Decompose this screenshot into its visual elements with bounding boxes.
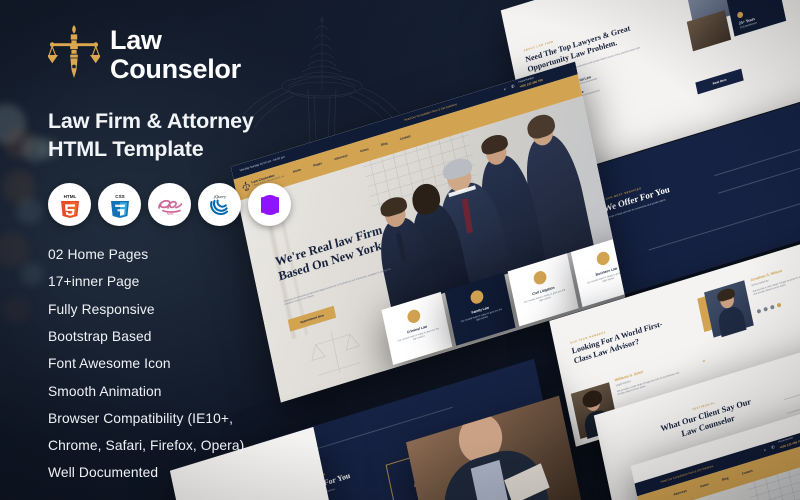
- nav-item[interactable]: Contact: [399, 134, 411, 141]
- nav-item[interactable]: Attorneys: [673, 489, 687, 497]
- bokeh-light: [2, 296, 30, 324]
- html5-icon: HTML: [60, 194, 79, 218]
- feature-item: Browser Compatibility (IE10+,: [48, 410, 234, 426]
- bootstrap-badge[interactable]: [248, 183, 291, 227]
- feature-item: Font Awesome Icon: [48, 356, 171, 372]
- jquery-icon: jQuery: [209, 194, 228, 215]
- jquery-badge[interactable]: jQuery: [198, 183, 241, 227]
- bokeh-light: [20, 262, 44, 286]
- svg-text:Sass: Sass: [166, 211, 174, 216]
- search-icon[interactable]: ⌕: [763, 447, 766, 453]
- nav-item[interactable]: Cases: [700, 482, 709, 489]
- logo: Law Counselor: [48, 24, 318, 86]
- svg-text:CSS: CSS: [115, 194, 124, 199]
- feature-item: 17+inner Page: [48, 274, 140, 290]
- feature-item: 02 Home Pages: [48, 247, 149, 263]
- feature-item: Well Documented: [48, 465, 159, 481]
- tech-badges: HTML CSS Sass jQuery: [48, 183, 318, 227]
- nav-item[interactable]: Cases: [360, 147, 369, 154]
- feature-item: Fully Responsive: [48, 301, 155, 317]
- sass-badge[interactable]: Sass: [148, 183, 191, 227]
- nav-item[interactable]: Blog: [381, 141, 388, 147]
- feature-item: Bootstrap Based: [48, 328, 152, 344]
- css3-icon: CSS: [110, 194, 129, 218]
- bokeh-light: [16, 198, 42, 224]
- feature-list: 02 Home Pages 17+inner Page Fully Respon…: [48, 248, 318, 480]
- logo-line1: Law: [110, 25, 162, 55]
- nav-item[interactable]: Blog: [722, 476, 729, 482]
- quote-icon: ❝: [702, 359, 706, 366]
- svg-text:jQuery: jQuery: [212, 194, 225, 199]
- page-title: Law Firm & Attorney HTML Template: [48, 108, 318, 163]
- scales-of-justice-pen-icon: [48, 25, 100, 78]
- phone-icon: ✆: [510, 83, 515, 90]
- promo-banner: ABOUT LAW FIRM Need The Top Lawyers & Gr…: [0, 0, 800, 500]
- search-icon[interactable]: ⌕: [503, 86, 506, 92]
- logo-line2: Counselor: [110, 54, 241, 84]
- nav-item[interactable]: Attorneys: [334, 153, 348, 161]
- svg-text:HTML: HTML: [63, 194, 76, 199]
- sass-icon: Sass: [157, 199, 182, 216]
- phone-icon: ✆: [770, 444, 776, 450]
- css3-badge[interactable]: CSS: [98, 183, 141, 227]
- subtitle-line2: HTML Template: [48, 136, 204, 161]
- feature-item: Smooth Animation: [48, 383, 162, 399]
- feature-item: Chrome, Safari, Firefox, Opera): [48, 438, 245, 454]
- subtitle-line1: Law Firm & Attorney: [48, 109, 254, 133]
- bootstrap-icon: [260, 194, 279, 215]
- nav-item[interactable]: Contact: [741, 469, 753, 476]
- html5-badge[interactable]: HTML: [48, 183, 91, 227]
